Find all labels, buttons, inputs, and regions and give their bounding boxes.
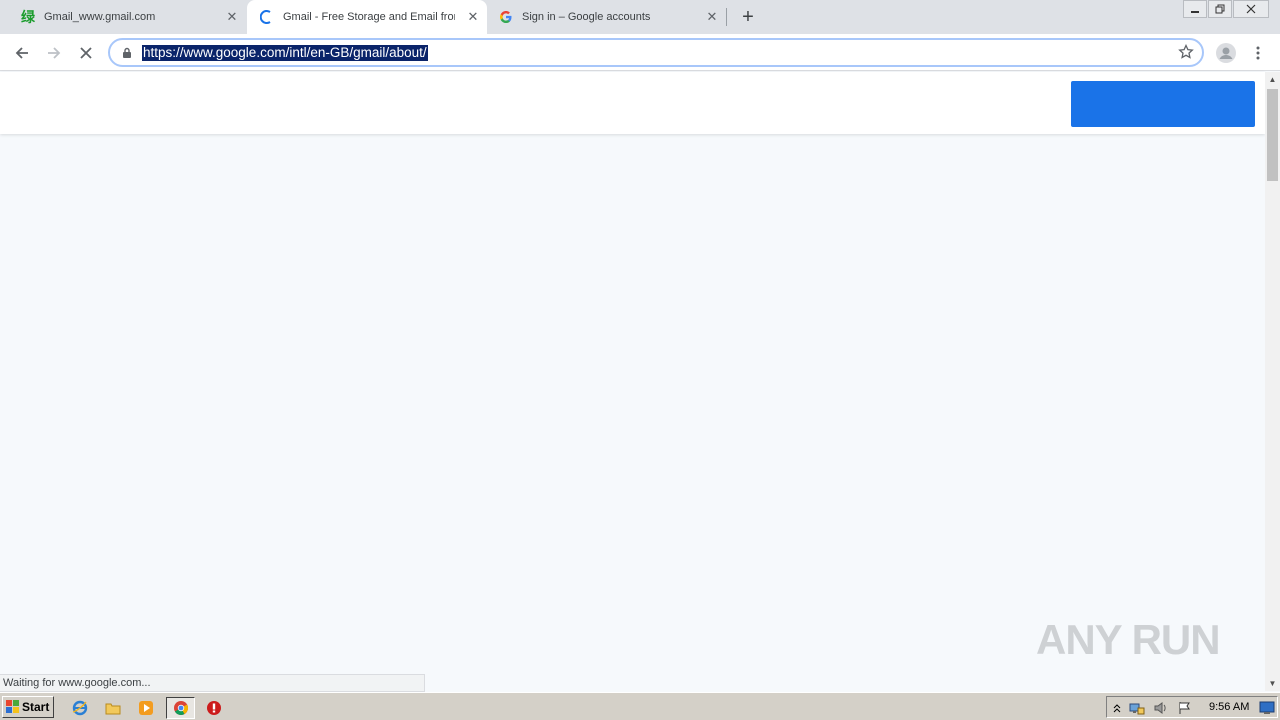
windows-taskbar: Start 9:56 AM [0, 692, 1280, 720]
opera-red-icon[interactable] [203, 697, 225, 719]
new-tab-button[interactable]: + [736, 5, 760, 29]
scroll-up-arrow-icon[interactable]: ▲ [1265, 72, 1280, 87]
address-bar[interactable]: https://www.google.com/intl/en-GB/gmail/… [108, 38, 1204, 67]
close-icon[interactable]: ✕ [465, 9, 481, 25]
volume-icon[interactable] [1153, 700, 1169, 716]
show-desktop-icon[interactable] [1259, 700, 1275, 716]
scroll-down-arrow-icon[interactable]: ▼ [1265, 676, 1280, 691]
stop-x-icon [80, 47, 92, 59]
tab-separator [726, 8, 727, 26]
status-bubble: Waiting for www.google.com... [0, 674, 425, 692]
loading-spinner-icon [259, 9, 275, 25]
menu-button[interactable] [1245, 40, 1271, 66]
show-hidden-icons-chevron-icon[interactable] [1109, 700, 1125, 716]
back-button[interactable] [9, 40, 35, 66]
browser-toolbar: https://www.google.com/intl/en-GB/gmail/… [0, 34, 1280, 71]
tab-title: Gmail - Free Storage and Email from [283, 11, 455, 23]
file-explorer-icon[interactable] [102, 697, 124, 719]
action-center-flag-icon[interactable] [1177, 700, 1193, 716]
header-cta-button[interactable] [1071, 81, 1255, 127]
scrollbar-thumb[interactable] [1267, 89, 1278, 181]
watermark-text: ANY RUN [1036, 616, 1221, 663]
forward-arrow-icon [48, 47, 61, 59]
bookmark-star-icon[interactable] [1178, 43, 1194, 63]
network-icon[interactable] [1129, 700, 1145, 716]
url-text[interactable]: https://www.google.com/intl/en-GB/gmail/… [142, 45, 428, 61]
clock[interactable]: 9:56 AM [1209, 701, 1249, 713]
site-header [0, 72, 1265, 134]
windows-logo-icon [6, 700, 19, 713]
vertical-scrollbar[interactable]: ▲ ▼ [1265, 72, 1280, 691]
tab-strip: 绿 Gmail_www.gmail.com ✕ Gmail - Free Sto… [0, 0, 1280, 34]
chrome-taskbar-icon[interactable] [166, 697, 195, 719]
lock-icon [122, 47, 132, 62]
google-g-icon [498, 9, 514, 25]
profile-avatar-button[interactable] [1213, 40, 1239, 66]
tab-sign-in[interactable]: Sign in – Google accounts ✕ [488, 0, 726, 34]
kebab-menu-icon [1256, 46, 1260, 60]
internet-explorer-icon[interactable] [69, 697, 91, 719]
stop-loading-button[interactable] [73, 40, 99, 66]
tab-gmail-about[interactable]: Gmail - Free Storage and Email from ✕ [247, 0, 487, 34]
minimize-button[interactable] [1183, 0, 1207, 18]
green-chinese-char-icon: 绿 [21, 9, 35, 25]
restore-button[interactable] [1208, 0, 1232, 18]
system-tray: 9:56 AM [1106, 696, 1278, 718]
restore-icon [1215, 4, 1225, 14]
tab-title: Sign in – Google accounts [522, 11, 651, 23]
page-content [0, 72, 1265, 691]
anyrun-watermark: ANY RUN [1036, 608, 1236, 672]
avatar-icon [1216, 43, 1236, 63]
close-icon[interactable]: ✕ [704, 9, 720, 25]
start-button[interactable]: Start [2, 696, 54, 718]
back-arrow-icon [15, 47, 28, 59]
minimize-icon [1191, 11, 1199, 13]
forward-button[interactable] [41, 40, 67, 66]
close-window-button[interactable] [1233, 0, 1269, 18]
tab-gmail-www[interactable]: 绿 Gmail_www.gmail.com ✕ [0, 0, 246, 34]
start-label: Start [22, 700, 50, 714]
tab-title: Gmail_www.gmail.com [44, 11, 156, 23]
media-player-icon[interactable] [135, 697, 157, 719]
close-icon[interactable]: ✕ [224, 9, 240, 25]
close-icon [1246, 4, 1256, 14]
